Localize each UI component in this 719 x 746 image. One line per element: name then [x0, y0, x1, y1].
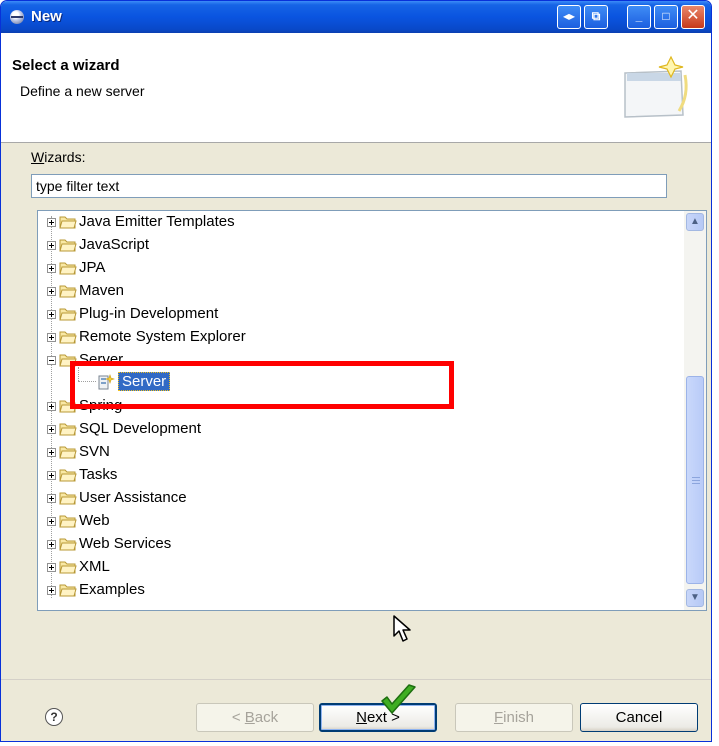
tree-item[interactable]: Plug-in Development [38, 303, 678, 326]
page-description: Define a new server [20, 83, 145, 99]
checkmark-icon [381, 684, 416, 714]
tree-item[interactable]: Maven [38, 280, 678, 303]
expand-plus-icon[interactable] [47, 241, 56, 250]
tree-item[interactable]: SQL Development [38, 418, 678, 441]
scrollbar-thumb[interactable] [686, 376, 704, 584]
expand-plus-icon[interactable] [47, 333, 56, 342]
wizards-label: Wizards: [31, 149, 86, 165]
expand-plus-icon[interactable] [47, 586, 56, 595]
scroll-down-arrow-icon[interactable]: ▼ [686, 589, 704, 607]
expand-plus-icon[interactable] [47, 287, 56, 296]
tree-item[interactable]: Web Services [38, 533, 678, 556]
tree-item[interactable]: JavaScript [38, 234, 678, 257]
folder-icon [59, 469, 77, 482]
expand-plus-icon[interactable] [47, 471, 56, 480]
wizard-tree[interactable]: Java Emitter Templates JavaScript JPA Ma… [37, 210, 707, 611]
tree-item-label: Web Services [79, 535, 172, 552]
minimize-button[interactable]: _ [627, 5, 651, 29]
next-button[interactable]: Next > [319, 703, 437, 732]
new-wizard-dialog: New ◂▸ ⧉ _ □ ✕ Select a wizard Define a … [0, 0, 712, 742]
expand-plus-icon[interactable] [47, 517, 56, 526]
expand-plus-icon[interactable] [47, 494, 56, 503]
tree-item-label: Web [79, 512, 110, 529]
expand-plus-icon[interactable] [47, 425, 56, 434]
folder-icon [59, 423, 77, 436]
filter-input[interactable] [31, 174, 667, 198]
finish-button[interactable]: Finish [455, 703, 573, 732]
expand-plus-icon[interactable] [47, 218, 56, 227]
tree-item[interactable]: XML [38, 556, 678, 579]
tree-item[interactable]: SVN [38, 441, 678, 464]
help-button[interactable]: ? [45, 708, 63, 726]
tree-item[interactable]: JPA [38, 257, 678, 280]
back-button[interactable]: < Back [196, 703, 314, 732]
mouse-cursor-icon [393, 615, 411, 642]
folder-icon [59, 216, 77, 229]
scroll-up-arrow-icon[interactable]: ▲ [686, 213, 704, 231]
expand-plus-icon[interactable] [47, 563, 56, 572]
tree-item-label: XML [79, 558, 110, 575]
cancel-button[interactable]: Cancel [580, 703, 698, 732]
folder-icon [59, 492, 77, 505]
tree-item-label: JavaScript [79, 236, 150, 253]
folder-icon [59, 239, 77, 252]
grip-icon [692, 477, 700, 484]
expand-plus-icon[interactable] [47, 402, 56, 411]
tree-item[interactable]: Java Emitter Templates [38, 211, 678, 234]
tree-item[interactable]: User Assistance [38, 487, 678, 510]
folder-icon [59, 285, 77, 298]
collapse-minus-icon[interactable] [47, 356, 56, 365]
tree-item-label: Maven [79, 282, 125, 299]
restore-window-icon[interactable]: ⧉ [584, 5, 608, 29]
folder-icon [59, 308, 77, 321]
expand-plus-icon[interactable] [47, 540, 56, 549]
folder-icon [59, 561, 77, 574]
tree-item[interactable]: Examples [38, 579, 678, 602]
tree-item-label: Java Emitter Templates [79, 213, 235, 230]
wizard-banner: Select a wizard Define a new server [1, 33, 711, 143]
window-title: New [31, 8, 62, 25]
new-wizard-sparkle-icon [624, 55, 688, 118]
folder-icon [59, 446, 77, 459]
tree-item-label: Examples [79, 581, 145, 598]
expand-plus-icon[interactable] [47, 310, 56, 319]
tree-item-label: Tasks [79, 466, 118, 483]
expand-plus-icon[interactable] [47, 264, 56, 273]
left-right-arrows-icon[interactable]: ◂▸ [557, 5, 581, 29]
folder-icon [59, 538, 77, 551]
tree-item[interactable]: Tasks [38, 464, 678, 487]
folder-icon [59, 515, 77, 528]
tree-item-label: Plug-in Development [79, 305, 219, 322]
tree-item-label: User Assistance [79, 489, 187, 506]
close-button[interactable]: ✕ [681, 5, 705, 29]
folder-icon [59, 584, 77, 597]
title-bar[interactable]: New ◂▸ ⧉ _ □ ✕ [1, 1, 711, 33]
folder-icon [59, 331, 77, 344]
tree-item-label: SQL Development [79, 420, 202, 437]
expand-plus-icon[interactable] [47, 448, 56, 457]
tree-item-label: SVN [79, 443, 110, 460]
folder-icon [59, 262, 77, 275]
eclipse-icon [10, 10, 24, 24]
tree-item-label: Remote System Explorer [79, 328, 246, 345]
tree-item[interactable]: Remote System Explorer [38, 326, 678, 349]
tree-item-label: JPA [79, 259, 106, 276]
highlight-annotation-box [70, 361, 454, 409]
button-bar-separator [1, 679, 711, 680]
maximize-button[interactable]: □ [654, 5, 678, 29]
tree-scrollbar[interactable]: ▲ ▼ [684, 211, 706, 610]
page-title: Select a wizard [12, 57, 120, 74]
tree-item[interactable]: Web [38, 510, 678, 533]
